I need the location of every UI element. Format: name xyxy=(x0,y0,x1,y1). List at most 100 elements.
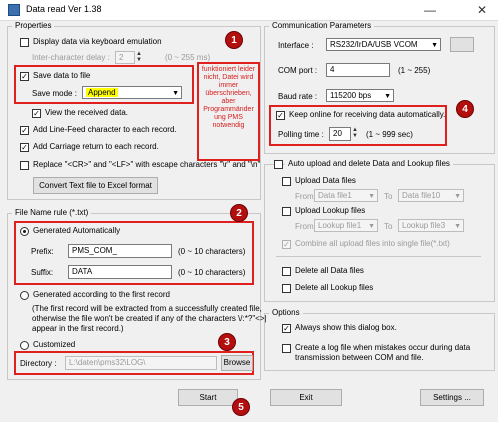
chevron-down-icon: ▼ xyxy=(172,90,179,97)
add-cr-checkbox[interactable]: ✓ xyxy=(20,143,29,152)
inter-char-spinner-icon[interactable]: ▲ ▼ xyxy=(135,51,143,64)
save-mode-select[interactable]: Append ▼ xyxy=(82,86,182,99)
data-from-label: From xyxy=(295,192,314,201)
polling-time-label: Polling time : xyxy=(278,130,324,139)
com-port-range: (1 ~ 255) xyxy=(398,66,431,75)
log-file-checkbox[interactable] xyxy=(282,344,291,353)
upload-data-checkbox[interactable] xyxy=(282,177,291,186)
inter-char-label: Inter-character delay : xyxy=(32,53,110,62)
always-show-checkbox[interactable]: ✓ xyxy=(282,324,291,333)
generated-first-desc-2: otherwise the file won't be created if a… xyxy=(32,314,267,323)
window-title: Data read Ver 1.38 xyxy=(26,4,102,14)
chevron-down-icon: ▼ xyxy=(368,223,375,230)
keyboard-emulation-label: Display data via keyboard emulation xyxy=(33,37,162,46)
browse-button[interactable]: Browse xyxy=(221,355,253,371)
app-icon xyxy=(8,4,20,16)
baud-rate-label: Baud rate : xyxy=(278,92,318,101)
chevron-down-icon: ▼ xyxy=(368,193,375,200)
add-cr-label: Add Carriage return to each record. xyxy=(33,142,159,151)
badge-1: 1 xyxy=(225,31,243,49)
data-from-select[interactable]: Data file1 ▼ xyxy=(314,189,378,202)
delete-lookup-checkbox[interactable] xyxy=(282,284,291,293)
interface-label: Interface : xyxy=(278,41,314,50)
upload-lookup-checkbox[interactable] xyxy=(282,207,291,216)
delete-data-label: Delete all Data files xyxy=(295,266,364,275)
upload-lookup-label: Upload Lookup files xyxy=(295,206,366,215)
convert-excel-button[interactable]: Convert Text file to Excel format xyxy=(33,177,158,194)
generated-first-desc-1: (The first record will be extracted from… xyxy=(32,304,262,313)
chevron-down-icon: ▼ xyxy=(431,42,438,49)
save-mode-value: Append xyxy=(86,88,118,97)
lookup-to-label: To xyxy=(384,222,393,231)
generated-auto-label: Generated Automatically xyxy=(33,226,121,235)
polling-time-input[interactable]: 20 xyxy=(329,127,351,141)
auto-upload-label: Auto upload and delete Data and Lookup f… xyxy=(285,159,453,168)
save-to-file-checkbox[interactable]: ✓ xyxy=(20,72,29,81)
prefix-input[interactable]: PMS_COM_ xyxy=(68,244,172,258)
directory-input[interactable]: L:\daten\pms32\LOG\ xyxy=(65,356,217,370)
prefix-range: (0 ~ 10 characters) xyxy=(178,247,246,256)
badge-4: 4 xyxy=(456,100,474,118)
properties-group-label: Properties xyxy=(12,21,55,30)
directory-label: Directory : xyxy=(20,359,57,368)
chevron-down-icon: ▼ xyxy=(384,93,391,100)
auto-upload-checkbox[interactable] xyxy=(274,160,283,169)
close-icon[interactable]: ✕ xyxy=(468,0,496,20)
interface-value: RS232/IrDA/USB VCOM xyxy=(330,40,418,49)
interface-select[interactable]: RS232/IrDA/USB VCOM ▼ xyxy=(326,38,441,51)
settings-button[interactable]: Settings ... xyxy=(420,389,484,406)
options-label: Options xyxy=(269,308,303,317)
lookup-from-value: Lookup file1 xyxy=(318,221,362,230)
generated-first-desc-3: appear in the first record.) xyxy=(32,324,124,333)
log-file-label-1: Create a log file when mistakes occur du… xyxy=(295,343,471,352)
badge-2: 2 xyxy=(230,204,248,222)
add-lf-checkbox[interactable]: ✓ xyxy=(20,126,29,135)
add-lf-label: Add Line-Feed character to each record. xyxy=(33,125,177,134)
generated-first-radio[interactable] xyxy=(20,291,29,300)
keep-online-label: Keep online for receiving data automatic… xyxy=(289,110,446,119)
data-to-select[interactable]: Data file10 ▼ xyxy=(398,189,464,202)
minimize-icon[interactable]: — xyxy=(416,0,444,20)
auto-upload-divider xyxy=(276,256,481,257)
suffix-range: (0 ~ 10 characters) xyxy=(178,268,246,277)
save-mode-label: Save mode : xyxy=(32,89,77,98)
delete-data-checkbox[interactable] xyxy=(282,267,291,276)
view-received-label: View the received data. xyxy=(45,108,129,117)
suffix-input[interactable]: DATA xyxy=(68,265,172,279)
data-to-value: Data file10 xyxy=(402,191,441,200)
customized-radio[interactable] xyxy=(20,341,29,350)
baud-rate-select[interactable]: 115200 bps ▼ xyxy=(326,89,394,102)
badge-5: 5 xyxy=(232,398,250,416)
polling-time-spinner-icon[interactable]: ▲ ▼ xyxy=(351,127,359,141)
exit-button[interactable]: Exit xyxy=(270,389,342,406)
log-file-label-2: transmission between COM and file. xyxy=(295,353,424,362)
annotation-note: funktioniert leider nicht, Datei wird im… xyxy=(201,66,256,129)
data-to-label: To xyxy=(384,192,393,201)
lookup-to-value: Lookup file3 xyxy=(402,221,446,230)
lookup-to-select[interactable]: Lookup file3 ▼ xyxy=(398,219,464,232)
suffix-label: Suffix: xyxy=(31,268,54,277)
interface-extra-button[interactable] xyxy=(450,37,474,52)
chevron-down-icon: ▼ xyxy=(454,193,461,200)
generated-auto-radio[interactable] xyxy=(20,227,29,236)
com-port-input[interactable]: 4 xyxy=(326,63,390,77)
combine-label: Combine all upload files into single fil… xyxy=(295,239,450,248)
view-received-checkbox[interactable]: ✓ xyxy=(32,109,41,118)
combine-checkbox[interactable]: ✓ xyxy=(282,240,291,249)
replace-cr-lf-checkbox[interactable] xyxy=(20,161,29,170)
upload-data-label: Upload Data files xyxy=(295,176,356,185)
title-bar: Data read Ver 1.38 — ✕ xyxy=(0,0,498,21)
lookup-from-select[interactable]: Lookup file1 ▼ xyxy=(314,219,378,232)
baud-rate-value: 115200 bps xyxy=(330,91,372,100)
inter-char-input[interactable]: 2 xyxy=(115,51,135,64)
replace-cr-lf-label: Replace "<CR>" and "<LF>" with escape ch… xyxy=(33,160,261,169)
badge-3: 3 xyxy=(218,333,236,351)
always-show-label: Always show this dialog box. xyxy=(295,323,397,332)
keyboard-emulation-checkbox[interactable] xyxy=(20,38,29,47)
generated-first-label: Generated according to the first record xyxy=(33,290,170,299)
keep-online-checkbox[interactable]: ✓ xyxy=(276,111,285,120)
chevron-down-icon: ▼ xyxy=(454,223,461,230)
polling-time-range: (1 ~ 999 sec) xyxy=(366,130,413,139)
start-button[interactable]: Start xyxy=(178,389,238,406)
lookup-from-label: From xyxy=(295,222,314,231)
